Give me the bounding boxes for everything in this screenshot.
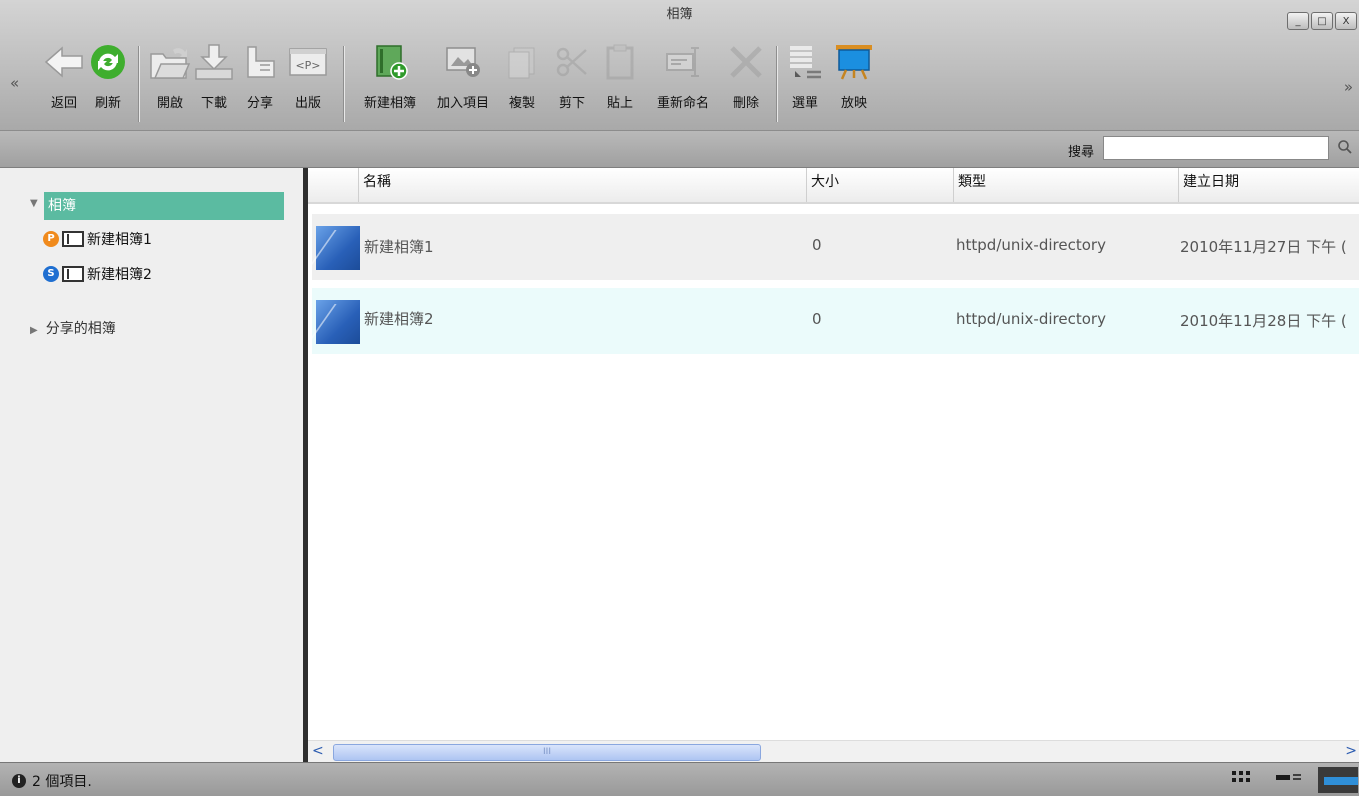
close-button[interactable]: X: [1335, 12, 1357, 30]
search-bar: 搜尋: [0, 131, 1359, 168]
search-icon[interactable]: [1337, 139, 1353, 159]
cut-icon: [552, 40, 592, 84]
maximize-button[interactable]: □: [1311, 12, 1333, 30]
window-title: 相簿: [666, 7, 693, 22]
grid-view-icon[interactable]: [1232, 771, 1250, 789]
menu-button[interactable]: 選單: [785, 40, 825, 120]
item-count: 2 個項目.: [32, 774, 92, 790]
download-icon: [194, 40, 234, 84]
copy-button[interactable]: 複製: [502, 40, 542, 120]
tree-item-album-2[interactable]: S 新建相簿2: [43, 261, 152, 287]
share-button[interactable]: 分享: [240, 40, 280, 120]
list-row[interactable]: 新建相簿1 0 httpd/unix-directory 2010年11月27日…: [312, 214, 1359, 280]
album-icon: [62, 231, 84, 247]
tree-item-album-1[interactable]: P 新建相簿1: [43, 226, 152, 252]
slideshow-icon: [832, 40, 876, 84]
column-header-name[interactable]: 名稱: [358, 168, 803, 202]
public-badge-icon: P: [43, 231, 59, 247]
rename-button[interactable]: 重新命名: [646, 40, 720, 120]
album-tree-sidebar: ▼ 相簿 P 新建相簿1 S 新建相簿2 ▶ 分享的相簿: [0, 168, 308, 762]
paste-icon: [600, 40, 640, 84]
new-album-button[interactable]: 新建相簿: [355, 40, 425, 120]
shared-badge-icon: S: [43, 266, 59, 282]
toolbar: 相簿 _ □ X « » 返回 刷新 開啟 下載 分享 <P> 出版 新建相簿 …: [0, 0, 1359, 131]
cell-size: 0: [812, 310, 822, 328]
menu-icon: [785, 40, 825, 84]
cut-button[interactable]: 剪下: [552, 40, 592, 120]
cell-created: 2010年11月27日 下午 (: [1180, 238, 1347, 256]
delete-icon: [724, 40, 768, 84]
new-album-icon: [355, 40, 425, 84]
horizontal-scrollbar[interactable]: < III >: [308, 740, 1359, 763]
album-thumbnail: [316, 226, 360, 270]
toolbar-scroll-right-icon[interactable]: »: [1344, 78, 1353, 96]
toolbar-separator: [138, 46, 139, 122]
scroll-left-icon[interactable]: <: [312, 743, 324, 759]
scroll-right-icon[interactable]: >: [1345, 743, 1357, 759]
toolbar-separator: [343, 46, 344, 122]
search-label: 搜尋: [1067, 145, 1094, 160]
delete-button[interactable]: 刪除: [724, 40, 768, 120]
publish-button[interactable]: <P> 出版: [288, 40, 328, 120]
column-header-size[interactable]: 大小: [806, 168, 951, 202]
tree-item-shared-albums[interactable]: ▶ 分享的相簿: [30, 318, 116, 338]
add-item-button[interactable]: 加入項目: [428, 40, 498, 120]
slideshow-button[interactable]: 放映: [832, 40, 876, 120]
toolbar-scroll-left-icon[interactable]: «: [10, 74, 19, 92]
album-list: 名稱 大小 類型 建立日期 新建相簿1 0 httpd/unix-directo…: [308, 168, 1359, 744]
expand-arrow-icon[interactable]: ▼: [30, 198, 38, 209]
copy-icon: [502, 40, 542, 84]
download-button[interactable]: 下載: [194, 40, 234, 120]
tree-item-label: 新建相簿2: [87, 267, 152, 283]
cell-name: 新建相簿1: [364, 238, 434, 256]
cell-name: 新建相簿2: [364, 310, 434, 328]
back-button[interactable]: 返回: [42, 40, 86, 120]
cell-created: 2010年11月28日 下午 (: [1180, 312, 1347, 330]
list-view-icon[interactable]: [1276, 771, 1302, 789]
album-window: 相簿 _ □ X « » 返回 刷新 開啟 下載 分享 <P> 出版 新建相簿 …: [0, 0, 1359, 796]
paste-button[interactable]: 貼上: [600, 40, 640, 120]
share-hand-icon: [240, 40, 280, 84]
collapse-arrow-icon: ▶: [30, 325, 38, 336]
back-arrow-icon: [42, 40, 86, 84]
refresh-button[interactable]: 刷新: [88, 40, 128, 120]
column-header-created[interactable]: 建立日期: [1178, 168, 1359, 202]
detail-view-icon[interactable]: [1318, 767, 1358, 797]
publish-icon: <P>: [288, 40, 328, 84]
tree-item-label: 新建相簿1: [87, 232, 152, 248]
refresh-icon: [88, 40, 128, 84]
cell-type: httpd/unix-directory: [956, 310, 1106, 328]
album-icon: [62, 266, 84, 282]
cell-type: httpd/unix-directory: [956, 236, 1106, 254]
toolbar-separator: [776, 46, 777, 122]
search-input[interactable]: [1103, 136, 1329, 160]
status-info: i 2 個項目.: [12, 771, 92, 791]
tree-item-albums[interactable]: 相簿: [44, 192, 284, 220]
status-bar: i 2 個項目.: [0, 762, 1359, 796]
folder-open-icon: [148, 40, 192, 84]
info-icon: i: [12, 774, 26, 788]
svg-text:<P>: <P>: [295, 59, 320, 72]
open-button[interactable]: 開啟: [148, 40, 192, 120]
list-header: 名稱 大小 類型 建立日期: [308, 168, 1359, 204]
cell-size: 0: [812, 236, 822, 254]
album-thumbnail: [316, 300, 360, 344]
scrollbar-thumb[interactable]: III: [333, 744, 761, 761]
list-row[interactable]: 新建相簿2 0 httpd/unix-directory 2010年11月28日…: [312, 288, 1359, 354]
column-header-type[interactable]: 類型: [953, 168, 1178, 202]
minimize-button[interactable]: _: [1287, 12, 1309, 30]
window-controls: _ □ X: [1287, 12, 1357, 30]
add-item-icon: [428, 40, 498, 84]
rename-icon: [646, 40, 720, 84]
